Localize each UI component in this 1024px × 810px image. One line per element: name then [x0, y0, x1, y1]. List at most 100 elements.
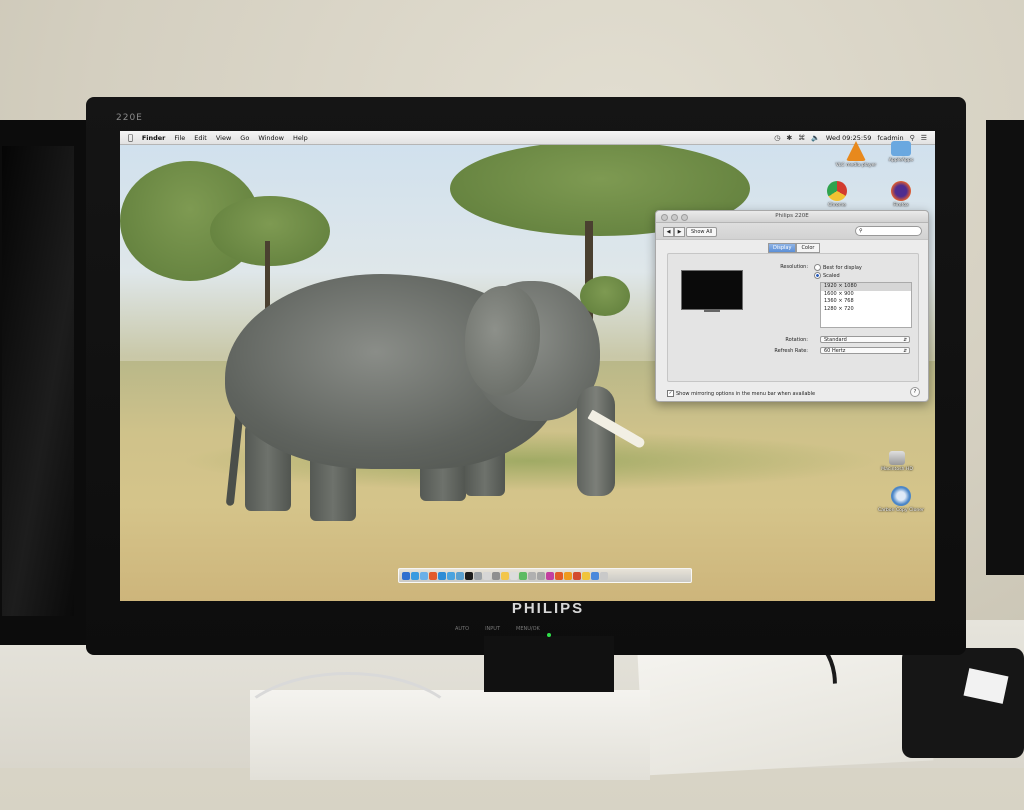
- tab-display[interactable]: Display: [768, 243, 797, 253]
- dock-app-icon[interactable]: [465, 571, 473, 580]
- menu-edit[interactable]: Edit: [194, 134, 207, 142]
- dock-app-icon[interactable]: [402, 571, 410, 580]
- auto-button[interactable]: AUTO: [455, 626, 469, 636]
- dock-app-icon[interactable]: [600, 571, 608, 580]
- resolution-label: Resolution:: [780, 264, 808, 270]
- popup-arrows-icon: ⇵: [903, 349, 907, 354]
- forward-arrow-icon[interactable]: ▶: [674, 227, 685, 237]
- wifi-icon[interactable]: ⌘: [798, 134, 805, 142]
- resolution-option[interactable]: 1280 × 720: [821, 306, 911, 314]
- bluetooth-icon[interactable]: ✱: [786, 134, 792, 142]
- dock-app-icon[interactable]: [438, 571, 446, 580]
- displays-preferences-window: Philips 220E ◀ ▶ Show All ⚲ Display Colo…: [655, 210, 929, 402]
- mirroring-checkbox[interactable]: ✓ Show mirroring options in the menu bar…: [667, 390, 815, 397]
- dock-app-icon[interactable]: [528, 571, 536, 580]
- preferences-search-field[interactable]: ⚲: [855, 226, 922, 236]
- radio-label: Scaled: [823, 272, 840, 279]
- folder-icon: [891, 141, 911, 156]
- mac-desktop:  Finder File Edit View Go Window Help ◷…: [120, 131, 935, 601]
- chrome-icon: [827, 181, 847, 201]
- carbon-copy-cloner-icon: [891, 486, 911, 506]
- search-icon: ⚲: [859, 228, 863, 234]
- scaled-radio[interactable]: Scaled: [814, 272, 840, 279]
- show-all-button[interactable]: Show All: [686, 227, 718, 237]
- desktop-icon-chrome[interactable]: Chrome: [807, 181, 867, 208]
- vlc-icon: [846, 141, 866, 161]
- minimize-window-icon[interactable]: [671, 214, 678, 221]
- dock-app-icon[interactable]: [582, 571, 590, 580]
- input-button[interactable]: INPUT: [485, 626, 500, 636]
- network-device: [902, 648, 1024, 758]
- menu-window[interactable]: Window: [258, 134, 284, 142]
- desktop-icon-label: Macintosh HD: [881, 467, 913, 472]
- apple-logo-icon[interactable]: : [128, 133, 133, 142]
- close-window-icon[interactable]: [661, 214, 668, 221]
- display-preview-icon: [681, 270, 743, 312]
- rotation-select[interactable]: Standard ⇵: [820, 336, 910, 343]
- resolution-option[interactable]: 1600 × 900: [821, 291, 911, 299]
- window-titlebar[interactable]: Philips 220E: [656, 211, 928, 223]
- menu-file[interactable]: File: [174, 134, 185, 142]
- monitor-model-label: 220E: [116, 113, 143, 123]
- volume-icon[interactable]: 🔈: [811, 134, 820, 142]
- dock-app-icon[interactable]: [492, 571, 500, 580]
- dock: [398, 568, 692, 583]
- dock-app-icon[interactable]: [420, 571, 428, 580]
- left-monitor-screen: [2, 146, 74, 616]
- checkbox-label: Show mirroring options in the menu bar w…: [676, 390, 816, 397]
- window-controls: [661, 214, 688, 221]
- window-toolbar: ◀ ▶ Show All ⚲: [656, 223, 928, 240]
- firefox-icon: [891, 181, 911, 201]
- dock-app-icon[interactable]: [510, 571, 518, 580]
- menu-finder[interactable]: Finder: [142, 134, 166, 142]
- dock-app-icon[interactable]: [564, 571, 572, 580]
- best-for-display-radio[interactable]: Best for display: [814, 264, 862, 271]
- help-button[interactable]: ?: [910, 387, 920, 397]
- elephant-trunk: [577, 386, 615, 496]
- monitor-brand-logo: PHILIPS: [511, 600, 585, 617]
- hard-disk-icon: [889, 451, 905, 465]
- dock-app-icon[interactable]: [591, 571, 599, 580]
- desktop-icon-label: VLC media player: [835, 163, 877, 168]
- menu-view[interactable]: View: [216, 134, 231, 142]
- resolution-list: 1920 × 1080 1600 × 900 1360 × 768 1280 ×…: [820, 282, 912, 328]
- refresh-rate-select[interactable]: 60 Hertz ⇵: [820, 347, 910, 354]
- desktop-icon-hard-disk[interactable]: Macintosh HD: [867, 451, 927, 472]
- desktop-icon-ccc[interactable]: Carbon Copy Cloner: [871, 486, 931, 513]
- desktop-icon-firefox[interactable]: Firefox: [871, 181, 931, 208]
- monitor-control-buttons: AUTO INPUT MENU/OK: [455, 626, 655, 636]
- dock-app-icon[interactable]: [555, 571, 563, 580]
- dock-app-icon[interactable]: [456, 571, 464, 580]
- back-arrow-icon[interactable]: ◀: [663, 227, 674, 237]
- dock-app-icon[interactable]: [501, 571, 509, 580]
- power-led-icon: [547, 633, 551, 637]
- rotation-label: Rotation:: [785, 337, 808, 343]
- resolution-option[interactable]: 1360 × 768: [821, 298, 911, 306]
- zoom-window-icon[interactable]: [681, 214, 688, 221]
- dock-app-icon[interactable]: [429, 571, 437, 580]
- checkbox-checked-icon: ✓: [667, 390, 674, 397]
- dock-app-icon[interactable]: [411, 571, 419, 580]
- dock-app-icon[interactable]: [474, 571, 482, 580]
- dock-app-icon[interactable]: [519, 571, 527, 580]
- resolution-option[interactable]: 1920 × 1080: [821, 283, 911, 291]
- menu-bar:  Finder File Edit View Go Window Help ◷…: [120, 131, 935, 145]
- refresh-rate-value: 60 Hertz: [824, 348, 846, 354]
- dock-app-icon[interactable]: [546, 571, 554, 580]
- desktop-icon-folder[interactable]: AppleApps: [871, 141, 931, 163]
- menu-help[interactable]: Help: [293, 134, 308, 142]
- display-preview-stand: [704, 309, 720, 312]
- dock-app-icon[interactable]: [483, 571, 491, 580]
- time-machine-icon[interactable]: ◷: [774, 134, 780, 142]
- dock-app-icon[interactable]: [447, 571, 455, 580]
- dock-app-icon[interactable]: [573, 571, 581, 580]
- tab-color[interactable]: Color: [796, 243, 820, 253]
- window-title: Philips 220E: [775, 213, 809, 219]
- menu-go[interactable]: Go: [240, 134, 249, 142]
- radio-label: Best for display: [823, 264, 862, 271]
- nav-buttons: ◀ ▶: [663, 227, 685, 237]
- white-cable: [230, 672, 466, 798]
- dock-app-icon[interactable]: [537, 571, 545, 580]
- menu-ok-button[interactable]: MENU/OK: [516, 626, 540, 636]
- monitor-stand: [484, 636, 614, 692]
